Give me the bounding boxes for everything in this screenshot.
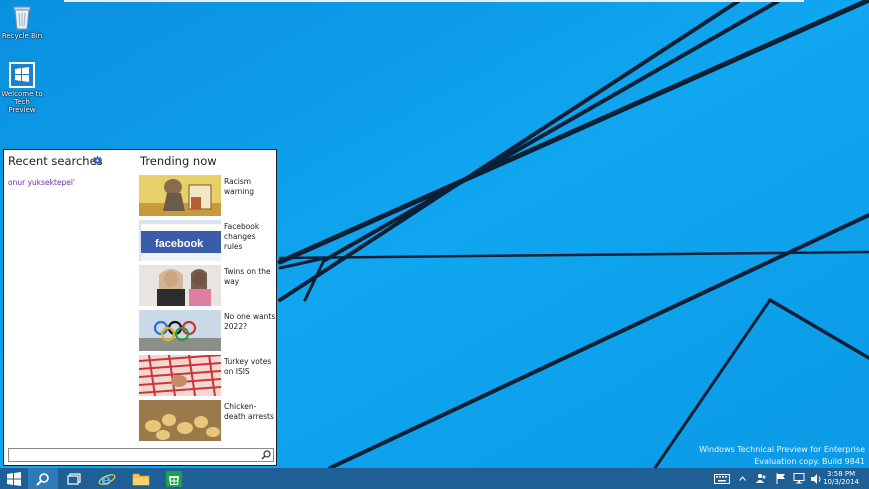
trending-item-label: Chicken-death arrests xyxy=(224,402,274,421)
watermark-line-2: Evaluation copy. Build 9841 xyxy=(754,457,865,466)
top-window-edge xyxy=(64,0,804,2)
search-panel: Recent searches onur yuksektepel' Trendi… xyxy=(3,149,277,466)
start-button[interactable] xyxy=(2,468,26,489)
gear-icon[interactable] xyxy=(93,156,102,165)
taskbar-clock[interactable]: 3:58 PM 10/3/2014 xyxy=(823,470,859,486)
task-view-button[interactable] xyxy=(62,468,86,489)
touch-keyboard-button[interactable] xyxy=(712,468,732,489)
volume-button[interactable] xyxy=(810,468,824,489)
internet-explorer-icon: e xyxy=(98,470,116,488)
trending-item-label: No one wants 2022? xyxy=(224,312,276,331)
desktop-icon-welcome[interactable]: Welcome to Tech Preview xyxy=(0,62,44,114)
taskbar: e 3:58 PM 10/3/2014 xyxy=(0,468,869,489)
trending-now-heading: Trending now xyxy=(140,154,217,168)
olympic-rings-thumbnail xyxy=(139,310,221,351)
facebook-sign-thumbnail: facebook xyxy=(139,220,221,261)
keyboard-icon xyxy=(714,473,730,484)
desktop-icon-recycle-bin[interactable]: Recycle Bin xyxy=(0,4,44,40)
trending-item-label: Turkey votes on ISIS xyxy=(224,357,272,376)
cartoon-thumbnail xyxy=(139,175,221,216)
file-explorer-button[interactable] xyxy=(128,468,154,489)
volume-icon xyxy=(811,473,821,484)
trending-item-label: Facebook changes rules xyxy=(224,222,260,251)
svg-text:e: e xyxy=(101,470,111,488)
clock-time: 3:58 PM xyxy=(826,470,856,478)
tray-people-button[interactable] xyxy=(754,468,768,489)
trending-item-label: Racism warning xyxy=(224,177,255,196)
internet-explorer-button[interactable]: e xyxy=(96,468,118,489)
start-icon xyxy=(7,471,21,486)
clock-date: 10/3/2014 xyxy=(823,478,859,486)
couple-thumbnail xyxy=(139,265,221,306)
windows-logo-icon xyxy=(9,62,35,88)
search-box[interactable] xyxy=(8,448,274,462)
trending-item-label: Twins on the way xyxy=(224,267,271,286)
recycle-bin-icon xyxy=(13,6,31,30)
trending-item-racism[interactable]: Racism warning xyxy=(139,175,276,216)
store-button[interactable] xyxy=(162,468,186,489)
trending-item-turkey[interactable]: Turkey votes on ISIS xyxy=(139,355,276,396)
file-explorer-icon xyxy=(132,473,150,485)
trending-item-twins[interactable]: Twins on the way xyxy=(139,265,276,306)
flag-icon xyxy=(776,473,785,484)
desktop-icon-label: Welcome to Tech Preview xyxy=(1,90,43,114)
search-input[interactable] xyxy=(11,449,259,461)
search-icon xyxy=(36,472,49,486)
trending-item-facebook[interactable]: facebook Facebook changes rules xyxy=(139,220,276,261)
keffiyeh-thumbnail xyxy=(139,355,221,396)
network-icon xyxy=(793,473,805,484)
desktop-icon-label: Recycle Bin xyxy=(1,32,43,40)
action-center-button[interactable] xyxy=(774,468,788,489)
taskbar-search-button[interactable] xyxy=(28,468,58,489)
svg-text:facebook: facebook xyxy=(155,238,204,250)
trending-item-chicken[interactable]: Chicken-death arrests xyxy=(139,400,276,441)
task-view-icon xyxy=(67,472,81,485)
watermark-line-1: Windows Technical Preview for Enterprise xyxy=(699,445,865,454)
show-hidden-icons-button[interactable] xyxy=(736,468,748,489)
chevron-up-icon xyxy=(738,476,746,481)
recent-searches-heading: Recent searches xyxy=(8,154,103,168)
trending-item-2022[interactable]: No one wants 2022? xyxy=(139,310,276,351)
network-button[interactable] xyxy=(792,468,806,489)
people-icon xyxy=(755,474,766,483)
store-icon xyxy=(166,470,182,487)
recent-search-item[interactable]: onur yuksektepel' xyxy=(8,178,75,187)
search-icon[interactable] xyxy=(261,450,271,460)
chicks-thumbnail xyxy=(139,400,221,441)
